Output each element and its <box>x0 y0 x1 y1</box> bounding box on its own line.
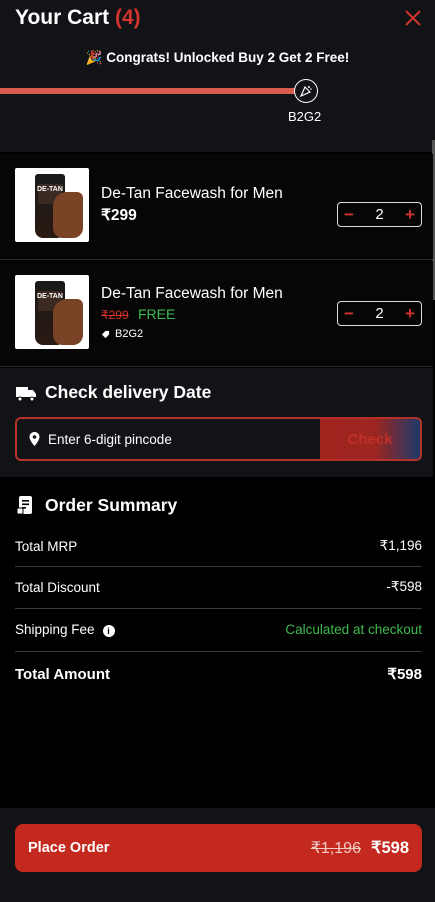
row-value: ₹1,196 <box>379 538 422 553</box>
row-label: Total Discount <box>15 579 100 595</box>
summary-row-mrp: Total MRP ₹1,196 <box>15 538 422 554</box>
checkout-footer: Place Order ₹1,196 ₹598 <box>0 808 435 902</box>
truck-icon <box>16 386 36 401</box>
pincode-placeholder: Enter 6-digit pincode <box>48 431 172 447</box>
info-icon[interactable]: i <box>102 625 115 637</box>
location-pin-icon <box>29 432 40 446</box>
increase-qty-button[interactable]: + <box>404 205 416 225</box>
close-icon[interactable] <box>403 8 423 28</box>
offer-tag: B2G2 <box>101 328 143 340</box>
cart-item: DE-TAN De-Tan Facewash for Men ₹299 FREE… <box>0 261 433 367</box>
quantity-stepper: − 2 + <box>337 202 422 227</box>
row-value: -₹598 <box>386 579 422 594</box>
summary-row-discount: Total Discount -₹598 <box>15 579 422 595</box>
confetti-icon <box>294 79 318 103</box>
product-image[interactable]: DE-TAN <box>15 168 89 242</box>
product-name[interactable]: De-Tan Facewash for Men <box>101 185 283 203</box>
offer-progress-fill <box>0 88 307 94</box>
row-label: Total Amount <box>15 665 110 683</box>
row-label: Total MRP <box>15 538 78 554</box>
row-value: ₹598 <box>387 666 422 683</box>
delivery-section: Check delivery Date Enter 6-digit pincod… <box>0 368 433 477</box>
place-order-button[interactable]: Place Order ₹1,196 ₹598 <box>15 824 422 872</box>
decrease-qty-button[interactable]: − <box>343 205 355 225</box>
check-button[interactable]: Check <box>320 419 420 459</box>
offer-tag-label: B2G2 <box>115 328 144 340</box>
product-name[interactable]: De-Tan Facewash for Men <box>101 285 283 303</box>
row-value: Calculated at checkout <box>285 622 422 637</box>
receipt-icon <box>16 496 32 515</box>
cart-title: Your Cart <box>15 6 110 29</box>
row-label: Shipping Fee i <box>15 622 115 637</box>
cart-header: Your Cart (4) 🎉 Congrats! Unlocked Buy 2… <box>0 0 435 152</box>
congrats-banner: 🎉 Congrats! Unlocked Buy 2 Get 2 Free! <box>85 50 350 65</box>
free-label: FREE <box>138 306 176 322</box>
cart-item: DE-TAN De-Tan Facewash for Men ₹299 − 2 … <box>0 154 433 260</box>
summary-title: Order Summary <box>15 494 177 516</box>
final-price: ₹598 <box>370 839 409 857</box>
original-price: ₹299 <box>101 308 129 322</box>
summary-row-shipping: Shipping Fee i Calculated at checkout <box>15 622 422 637</box>
tag-icon <box>101 330 110 338</box>
pincode-box: Enter 6-digit pincode Check <box>15 417 422 461</box>
pincode-input[interactable]: Enter 6-digit pincode <box>17 419 320 459</box>
milestone-label: B2G2 <box>288 109 322 124</box>
place-order-label: Place Order <box>28 840 110 856</box>
order-price: ₹1,196 ₹598 <box>311 838 409 858</box>
delivery-title: Check delivery Date <box>15 382 211 403</box>
quantity-value: 2 <box>375 206 384 223</box>
cart-count: (4) <box>114 6 141 29</box>
quantity-value: 2 <box>375 305 384 322</box>
product-price: ₹299 <box>101 207 137 224</box>
product-image[interactable]: DE-TAN <box>15 275 89 349</box>
summary-row-total: Total Amount ₹598 <box>15 665 422 684</box>
decrease-qty-button[interactable]: − <box>343 304 355 324</box>
quantity-stepper: − 2 + <box>337 301 422 326</box>
offer-progress-bar <box>0 88 307 94</box>
page-title: Your Cart (4) <box>15 6 141 30</box>
strike-price: ₹1,196 <box>310 840 361 857</box>
increase-qty-button[interactable]: + <box>404 304 416 324</box>
